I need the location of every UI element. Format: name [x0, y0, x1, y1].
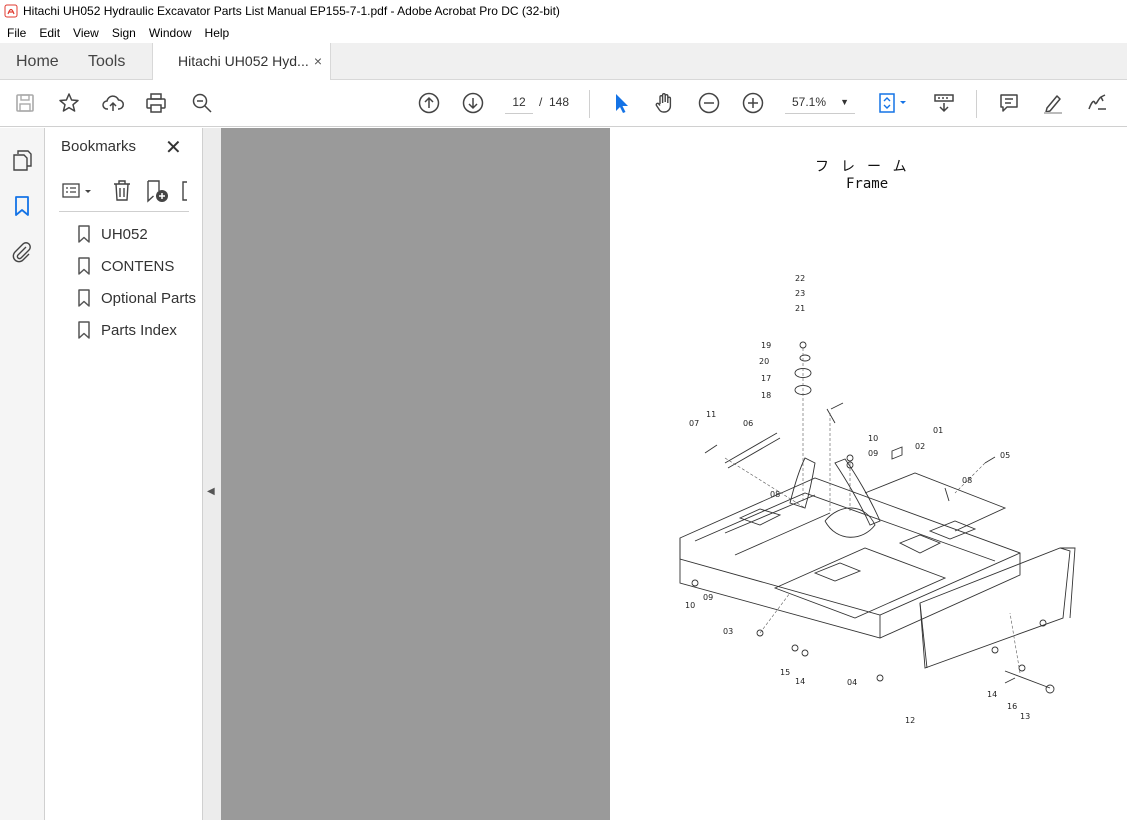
part-label-14: 14	[795, 677, 805, 686]
part-label-02: 02	[915, 442, 925, 451]
tab-bar: Home Tools Hitachi UH052 Hyd... ×	[0, 43, 1127, 81]
select-cursor-icon[interactable]	[608, 90, 634, 116]
part-label-17: 17	[761, 374, 771, 383]
bookmark-icon	[78, 321, 90, 339]
part-label-23: 23	[795, 289, 805, 298]
bookmark-panel-icon[interactable]	[10, 194, 34, 218]
part-label-10: 10	[868, 434, 878, 443]
part-label-14: 14	[987, 690, 997, 699]
page-title: Frame	[846, 176, 889, 192]
bookmark-label: Parts Index	[101, 321, 177, 339]
bookmark-options-icon[interactable]	[61, 178, 97, 204]
bookmark-label: Optional Parts	[101, 289, 197, 307]
window-title: Hitachi UH052 Hydraulic Excavator Parts …	[23, 4, 560, 18]
part-label-16: 16	[1007, 702, 1017, 711]
more-tools-icon[interactable]	[181, 178, 189, 204]
zoom-dropdown[interactable]: 57.1% ▼	[785, 90, 855, 114]
frame-exploded-diagram: 22 23 21 19 20 17 18 11 07 06 10 09 02 0…	[679, 274, 1076, 725]
menu-help[interactable]: Help	[198, 26, 236, 40]
part-label-10: 10	[685, 601, 695, 610]
part-label-11: 11	[706, 410, 716, 419]
part-label-01: 01	[933, 426, 943, 435]
tab-document-label: Hitachi UH052 Hyd...	[178, 53, 309, 69]
highlight-pen-icon[interactable]	[1040, 90, 1066, 116]
bookmark-item[interactable]: Optional Parts	[77, 287, 196, 309]
new-bookmark-icon[interactable]	[145, 178, 171, 204]
attachment-icon[interactable]	[10, 240, 34, 264]
tab-document[interactable]: Hitachi UH052 Hyd... ×	[152, 43, 331, 81]
menu-bar: File Edit View Sign Window Help	[0, 22, 1127, 43]
pdf-page[interactable]: フレーム Frame 22 23 21 19 20 17 18 11 07 06…	[610, 128, 1127, 820]
zoom-search-icon[interactable]	[189, 90, 215, 116]
menu-sign[interactable]: Sign	[105, 26, 142, 40]
bookmarks-title: Bookmarks	[61, 138, 137, 155]
panel-splitter[interactable]: ◀	[203, 128, 221, 820]
comment-icon[interactable]	[996, 90, 1022, 116]
chevron-down-icon: ▼	[840, 97, 849, 107]
pages-thumbnails-icon[interactable]	[10, 148, 34, 172]
bookmark-label: CONTENS	[101, 257, 175, 275]
bookmark-tools	[59, 178, 189, 206]
close-icon[interactable]: ✕	[165, 135, 182, 160]
hand-tool-icon[interactable]	[652, 90, 678, 116]
part-label-03: 03	[723, 627, 733, 636]
tab-close-button[interactable]: ×	[314, 43, 322, 80]
bookmark-item[interactable]: UH052	[77, 223, 148, 245]
delete-bookmark-icon[interactable]	[111, 178, 133, 204]
part-label-22: 22	[795, 274, 805, 283]
save-icon[interactable]	[12, 90, 38, 116]
document-canvas[interactable]	[221, 128, 610, 820]
collapse-panel-icon[interactable]: ◀	[207, 486, 215, 497]
part-label-04: 04	[847, 678, 857, 687]
bookmark-label: UH052	[101, 225, 148, 243]
bookmark-item[interactable]: CONTENS	[77, 255, 174, 277]
sign-icon[interactable]	[1084, 90, 1110, 116]
left-rail	[0, 128, 45, 820]
part-label-18: 18	[761, 391, 771, 400]
scroll-mode-icon[interactable]	[931, 90, 957, 116]
cloud-upload-icon[interactable]	[100, 90, 126, 116]
bookmark-icon	[78, 289, 90, 307]
menu-edit[interactable]: Edit	[32, 26, 66, 40]
menu-window[interactable]: Window	[142, 26, 198, 40]
part-label-05: 05	[1000, 451, 1010, 460]
page-down-icon[interactable]	[460, 90, 486, 116]
print-icon[interactable]	[143, 90, 169, 116]
part-label-21: 21	[795, 304, 805, 313]
page-separator: /	[539, 95, 543, 109]
part-label-19: 19	[761, 341, 771, 350]
part-label-08: 08	[770, 490, 780, 499]
page-up-icon[interactable]	[416, 90, 442, 116]
toolbar-divider	[976, 90, 977, 118]
part-label-06: 06	[743, 419, 753, 428]
page-total: 148	[549, 95, 570, 109]
zoom-in-icon[interactable]	[740, 90, 766, 116]
part-label-09: 09	[703, 593, 713, 602]
part-label-13: 13	[1020, 712, 1030, 721]
part-label-09: 09	[868, 449, 878, 458]
menu-view[interactable]: View	[66, 26, 105, 40]
page-title-japanese: フレーム	[815, 159, 919, 175]
part-label-15: 15	[780, 668, 790, 677]
menu-file[interactable]: File	[0, 26, 32, 40]
bookmark-icon	[78, 225, 90, 243]
part-label-07: 07	[689, 419, 699, 428]
acrobat-icon	[4, 4, 18, 18]
star-icon[interactable]	[56, 90, 82, 116]
part-label-08: 08	[962, 476, 972, 485]
tab-tools[interactable]: Tools	[88, 43, 125, 80]
title-bar: Hitachi UH052 Hydraulic Excavator Parts …	[0, 0, 1127, 22]
part-label-20: 20	[759, 357, 769, 366]
bookmark-item[interactable]: Parts Index	[77, 319, 177, 341]
bookmark-icon	[78, 257, 90, 275]
page-number-input[interactable]: 12	[505, 90, 533, 114]
part-label-12: 12	[905, 716, 915, 725]
panel-divider	[59, 211, 189, 212]
tab-home[interactable]: Home	[16, 43, 59, 80]
bookmarks-panel: Bookmarks ✕ UH052 CONTENS Optional Parts	[45, 128, 203, 820]
toolbar-divider	[589, 90, 590, 118]
fit-page-icon[interactable]	[876, 90, 912, 116]
zoom-out-icon[interactable]	[696, 90, 722, 116]
zoom-value: 57.1%	[792, 95, 827, 109]
